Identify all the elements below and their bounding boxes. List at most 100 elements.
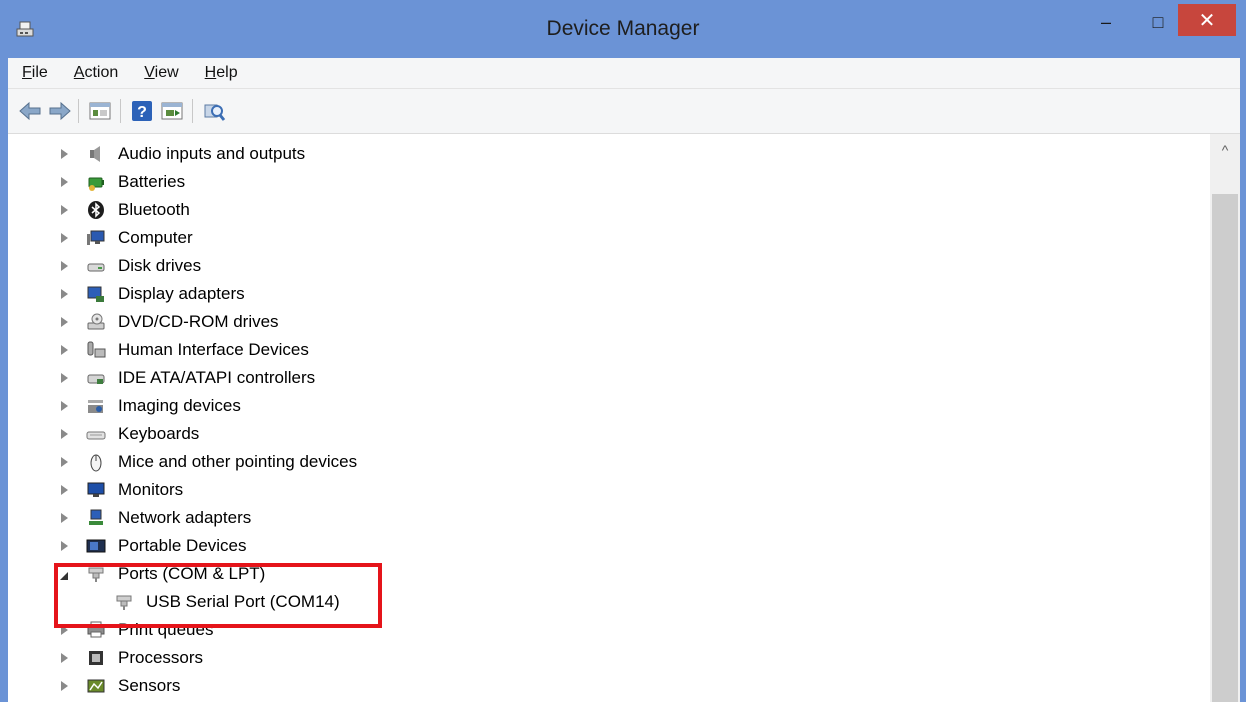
highlight-box: [54, 563, 382, 628]
close-button[interactable]: ✕: [1178, 4, 1236, 36]
expand-arrow-icon[interactable]: [61, 233, 68, 243]
tree-category-label: Monitors: [118, 480, 184, 499]
tree-category-label: DVD/CD-ROM drives: [118, 312, 279, 331]
window-title: Device Manager: [546, 17, 700, 40]
minimize-button[interactable]: –: [1088, 6, 1124, 38]
tree-category-label: Network adapters: [118, 508, 252, 527]
menu-help-label: elp: [216, 64, 238, 81]
tree-category-label: IDE ATA/ATAPI controllers: [118, 368, 316, 387]
menu-action[interactable]: Action: [70, 62, 122, 84]
expand-arrow-icon[interactable]: [61, 345, 68, 355]
menu-view-mnemonic: V: [144, 64, 155, 81]
expand-arrow-icon[interactable]: [61, 261, 68, 271]
expand-arrow-icon[interactable]: [61, 373, 68, 383]
menu-action-label: ction: [84, 64, 119, 81]
expand-arrow-icon[interactable]: [61, 485, 68, 495]
toolbar: ?: [8, 89, 1240, 134]
update-driver-icon[interactable]: [160, 99, 184, 123]
tree-category-label: Keyboards: [118, 424, 200, 443]
svg-text:?: ?: [137, 104, 147, 121]
tree-category-row[interactable]: Bluetooth: [8, 196, 1210, 224]
tree-category-row[interactable]: Keyboards: [8, 420, 1210, 448]
tree-category-row[interactable]: Network adapters: [8, 504, 1210, 532]
tree-category-row[interactable]: Computer: [8, 224, 1210, 252]
tree-category-row[interactable]: Audio inputs and outputs: [8, 140, 1210, 168]
tree-category-label: Bluetooth: [118, 200, 190, 219]
help-icon[interactable]: ?: [130, 99, 154, 123]
portable-device-icon: [86, 539, 106, 553]
tree-category-label: Batteries: [118, 172, 186, 191]
disk-drive-icon: [87, 263, 105, 272]
tree-category-row[interactable]: DVD/CD-ROM drives: [8, 308, 1210, 336]
title-bar[interactable]: Device Manager – □ ✕: [0, 0, 1246, 58]
speaker-icon: [90, 146, 100, 162]
tree-category-row[interactable]: Sensors: [8, 672, 1210, 700]
back-icon[interactable]: [18, 99, 42, 123]
toolbar-separator: [120, 99, 121, 123]
expand-arrow-icon[interactable]: [61, 177, 68, 187]
ide-controller-icon: [87, 374, 105, 384]
tree-category-label: Sensors: [118, 676, 181, 695]
toolbar-separator: [78, 99, 79, 123]
tree-category-row[interactable]: Display adapters: [8, 280, 1210, 308]
tree-category-row[interactable]: Batteries: [8, 168, 1210, 196]
expand-arrow-icon[interactable]: [61, 205, 68, 215]
scan-hardware-icon[interactable]: [202, 99, 226, 123]
menu-file[interactable]: File: [18, 62, 52, 84]
tree-category-label: Processors: [118, 648, 204, 667]
expand-arrow-icon[interactable]: [61, 149, 68, 159]
tree-category-row[interactable]: Portable Devices: [8, 532, 1210, 560]
monitor-icon: [87, 482, 105, 497]
forward-icon[interactable]: [48, 99, 72, 123]
sensor-icon: [87, 679, 105, 693]
expand-arrow-icon[interactable]: [61, 653, 68, 663]
expand-arrow-icon[interactable]: [61, 289, 68, 299]
tree-category-row[interactable]: Disk drives: [8, 252, 1210, 280]
scroll-thumb[interactable]: [1212, 194, 1238, 702]
expand-arrow-icon[interactable]: [61, 429, 68, 439]
tree-category-label: Imaging devices: [118, 396, 241, 415]
menu-action-mnemonic: A: [73, 64, 85, 81]
menu-help[interactable]: Help: [201, 62, 242, 84]
expand-arrow-icon[interactable]: [61, 541, 68, 551]
hid-icon: [87, 341, 106, 358]
expand-arrow-icon[interactable]: [61, 457, 68, 467]
menu-bar: File Action View Help: [8, 58, 1240, 89]
tree-category-row[interactable]: Mice and other pointing devices: [8, 448, 1210, 476]
toolbar-separator: [192, 99, 193, 123]
tree-category-label: Display adapters: [118, 284, 245, 303]
device-manager-window: Device Manager – □ ✕ File Action View He…: [0, 0, 1246, 702]
properties-icon[interactable]: [88, 99, 112, 123]
tree-category-row[interactable]: IDE ATA/ATAPI controllers: [8, 364, 1210, 392]
processor-icon: [89, 651, 103, 665]
tree-category-label: Audio inputs and outputs: [118, 144, 306, 163]
menu-file-mnemonic: F: [22, 64, 32, 81]
expand-arrow-icon[interactable]: [61, 317, 68, 327]
tree-category-row[interactable]: Imaging devices: [8, 392, 1210, 420]
mouse-icon: [90, 454, 102, 472]
tree-category-label: Portable Devices: [118, 536, 247, 555]
camera-icon: [88, 400, 103, 413]
battery-icon: [88, 177, 104, 191]
menu-view-label: iew: [154, 64, 179, 81]
network-adapter-icon: [89, 509, 103, 525]
tree-category-label: Disk drives: [118, 256, 202, 275]
tree-category-label: Computer: [118, 228, 193, 247]
scroll-up-arrow[interactable]: ^: [1210, 142, 1240, 164]
expand-arrow-icon[interactable]: [61, 681, 68, 691]
menu-file-label: ile: [31, 64, 48, 81]
menu-help-mnemonic: H: [204, 64, 217, 81]
vertical-scrollbar[interactable]: ^: [1210, 134, 1240, 702]
keyboard-icon: [86, 431, 106, 440]
tree-category-row[interactable]: Human Interface Devices: [8, 336, 1210, 364]
tree-category-label: Mice and other pointing devices: [118, 452, 358, 471]
maximize-button[interactable]: □: [1140, 6, 1176, 38]
dvd-drive-icon: [87, 313, 105, 330]
expand-arrow-icon[interactable]: [61, 401, 68, 411]
tree-category-row[interactable]: Processors: [8, 644, 1210, 672]
expand-arrow-icon[interactable]: [61, 513, 68, 523]
display-adapter-icon: [87, 286, 104, 302]
bluetooth-icon: [88, 201, 104, 219]
menu-view[interactable]: View: [140, 62, 182, 84]
tree-category-row[interactable]: Monitors: [8, 476, 1210, 504]
